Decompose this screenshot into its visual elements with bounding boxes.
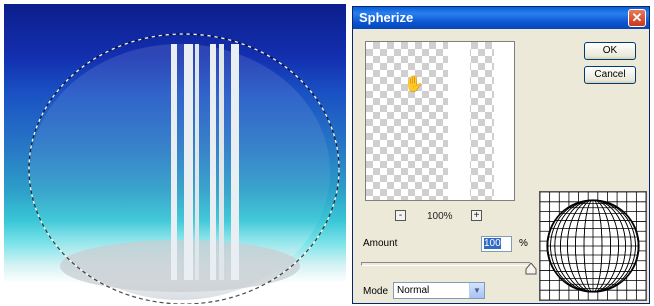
canvas-artwork	[28, 33, 340, 304]
title-bar[interactable]: Spherize ✕	[353, 7, 649, 29]
close-button[interactable]: ✕	[628, 9, 646, 27]
stripe	[195, 44, 199, 280]
zoom-out-label: -	[398, 210, 403, 221]
stripe	[231, 44, 239, 280]
close-icon: ✕	[631, 10, 643, 25]
preview-stripe	[494, 42, 514, 200]
hand-icon: ✋	[404, 76, 424, 93]
dialog-title: Spherize	[359, 10, 414, 25]
zoom-out-button[interactable]: -	[395, 210, 406, 221]
mode-value: Normal	[397, 285, 430, 296]
amount-unit: %	[519, 238, 528, 249]
stripe	[171, 44, 177, 280]
amount-label: Amount	[363, 238, 398, 249]
sphere-grid-icon	[539, 191, 647, 301]
amount-value: 100	[484, 238, 501, 249]
sphere-grid-graphic	[539, 191, 647, 301]
stripe	[210, 44, 216, 280]
filter-preview[interactable]: ✋	[365, 41, 515, 201]
ok-button[interactable]: OK	[584, 42, 636, 60]
zoom-in-button[interactable]: +	[471, 210, 482, 221]
mode-select[interactable]: Normal ▼	[393, 282, 485, 299]
stripe	[219, 44, 224, 280]
zoom-level: 100%	[427, 211, 453, 222]
zoom-in-label: +	[473, 210, 480, 221]
mode-label: Mode	[363, 286, 389, 297]
slider-thumb[interactable]	[525, 263, 537, 275]
image-canvas	[4, 4, 346, 304]
spherize-dialog: Spherize ✕ ✋ - 100% + OK Cancel Amount 1…	[352, 6, 650, 304]
preview-stripe	[448, 42, 470, 200]
chevron-down-icon: ▼	[469, 283, 484, 298]
amount-input[interactable]: 100	[481, 236, 512, 252]
amount-slider[interactable]	[361, 262, 531, 266]
stripe	[184, 44, 193, 280]
cancel-button[interactable]: Cancel	[584, 66, 636, 84]
